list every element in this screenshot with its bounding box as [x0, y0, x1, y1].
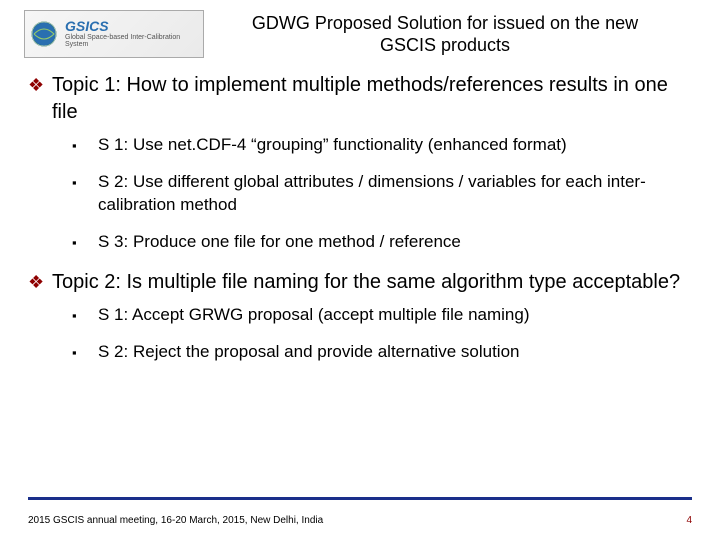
sub-text: S 2: Reject the proposal and provide alt…	[98, 341, 692, 364]
slide-title: GDWG Proposed Solution for issued on the…	[224, 12, 696, 57]
page-number: 4	[686, 515, 692, 526]
list-item: ▪ S 3: Produce one file for one method /…	[72, 231, 692, 254]
square-bullet-icon: ▪	[72, 341, 98, 364]
topic-1: ❖ Topic 1: How to implement multiple met…	[28, 72, 692, 255]
sub-text: S 2: Use different global attributes / d…	[98, 171, 692, 217]
logo-tagline: Global Space-based Inter-Calibration Sys…	[65, 34, 199, 49]
sub-text: S 1: Accept GRWG proposal (accept multip…	[98, 304, 692, 327]
topic-2: ❖ Topic 2: Is multiple file naming for t…	[28, 269, 692, 365]
square-bullet-icon: ▪	[72, 171, 98, 194]
diamond-bullet-icon: ❖	[28, 72, 52, 99]
logo-name: GSICS	[65, 19, 199, 34]
square-bullet-icon: ▪	[72, 304, 98, 327]
slide-content: ❖ Topic 1: How to implement multiple met…	[0, 58, 720, 364]
diamond-bullet-icon: ❖	[28, 269, 52, 296]
slide-header: GSICS Global Space-based Inter-Calibrati…	[0, 0, 720, 58]
topic-heading: Topic 2: Is multiple file naming for the…	[52, 269, 692, 296]
slide-footer: 2015 GSCIS annual meeting, 16-20 March, …	[28, 515, 692, 526]
square-bullet-icon: ▪	[72, 231, 98, 254]
footer-divider	[28, 497, 692, 500]
topic-heading: Topic 1: How to implement multiple metho…	[52, 72, 692, 126]
square-bullet-icon: ▪	[72, 134, 98, 157]
list-item: ▪ S 1: Accept GRWG proposal (accept mult…	[72, 304, 692, 327]
list-item: ▪ S 2: Use different global attributes /…	[72, 171, 692, 217]
list-item: ▪ S 2: Reject the proposal and provide a…	[72, 341, 692, 364]
globe-icon	[29, 19, 59, 49]
sub-text: S 3: Produce one file for one method / r…	[98, 231, 692, 254]
list-item: ▪ S 1: Use net.CDF-4 “grouping” function…	[72, 134, 692, 157]
sub-text: S 1: Use net.CDF-4 “grouping” functional…	[98, 134, 692, 157]
footer-text: 2015 GSCIS annual meeting, 16-20 March, …	[28, 515, 323, 526]
logo: GSICS Global Space-based Inter-Calibrati…	[24, 10, 204, 58]
